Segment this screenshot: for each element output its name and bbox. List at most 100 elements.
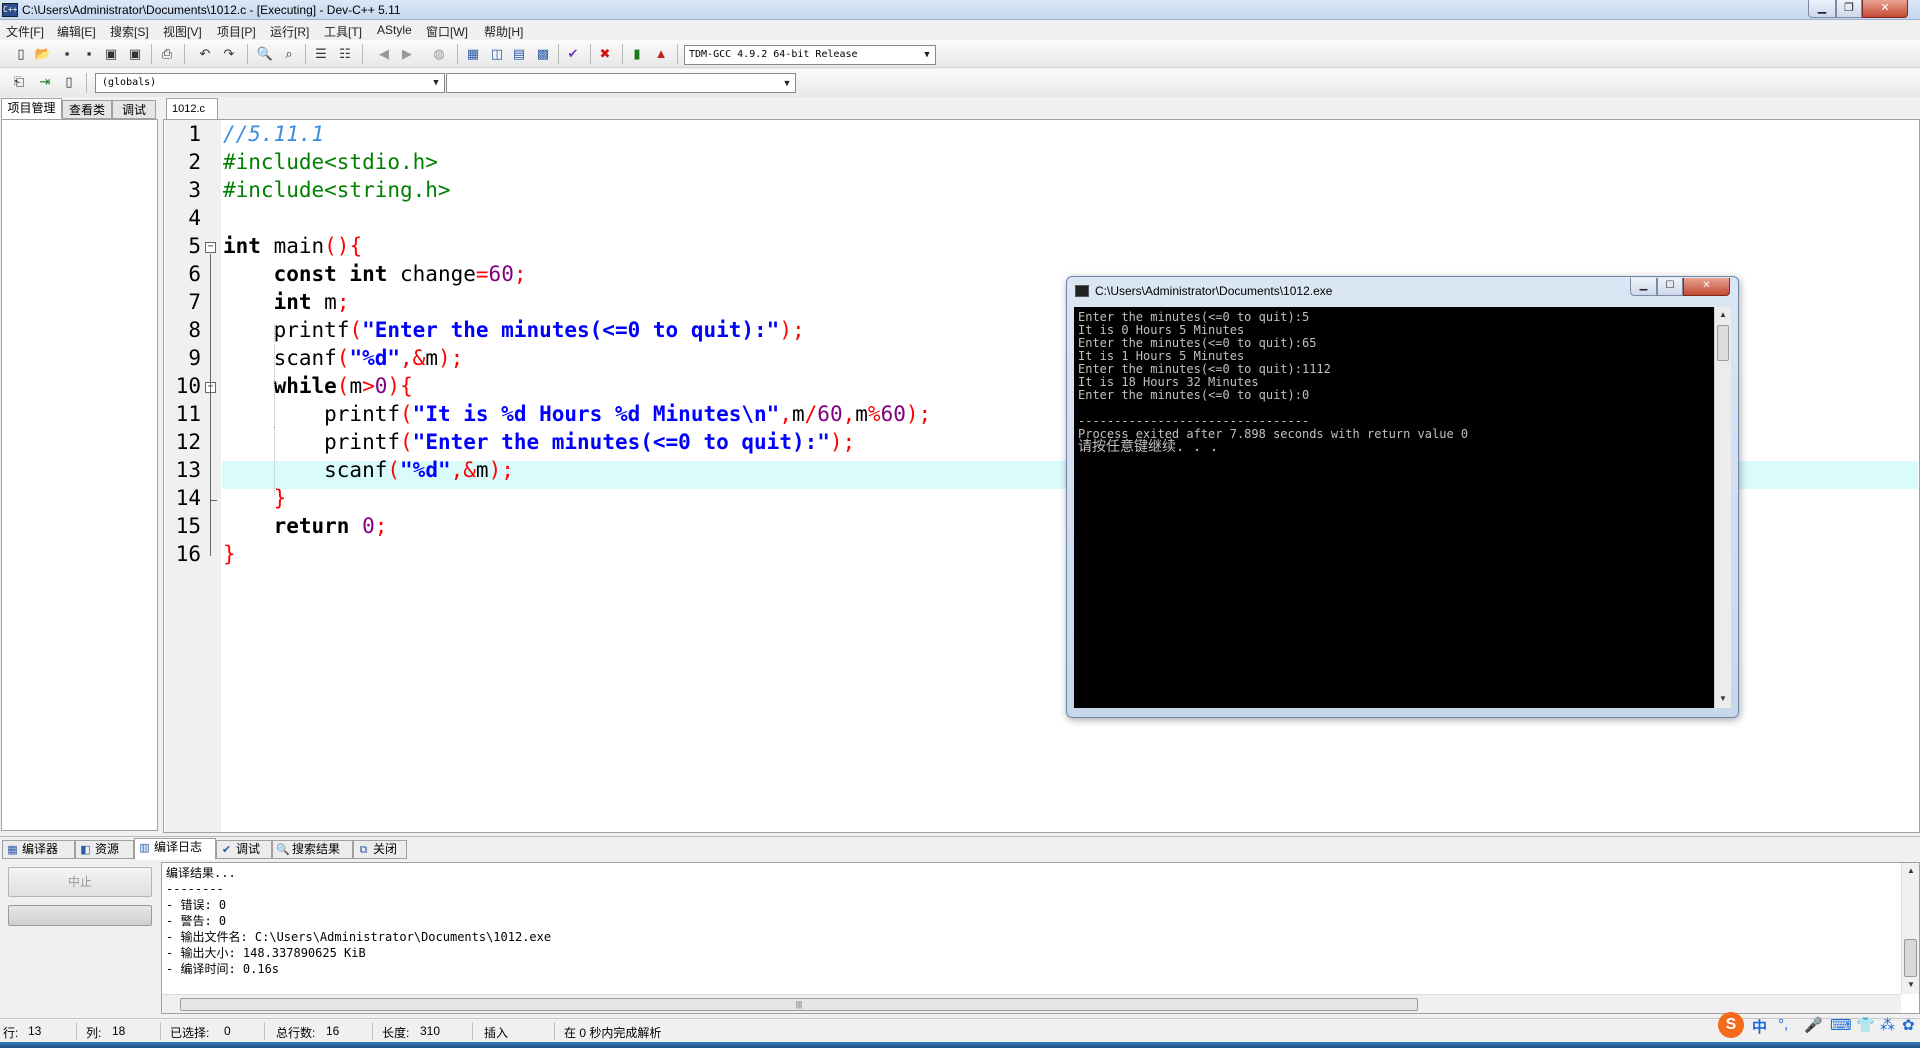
scroll-up-icon[interactable]: ▲	[1715, 307, 1731, 323]
close-button[interactable]: ✕	[1862, 0, 1908, 18]
scroll-down-icon[interactable]: ▼	[1903, 977, 1919, 993]
line-number[interactable]: 3	[165, 178, 201, 202]
line-number[interactable]: 8	[165, 318, 201, 342]
console-scroll-thumb[interactable]	[1717, 325, 1729, 361]
console-minimize-button[interactable]: ▁	[1630, 278, 1657, 296]
undo-icon[interactable]: ↶	[196, 45, 214, 63]
globals-select[interactable]: (globals) ▼	[95, 73, 445, 93]
tab-close[interactable]: ⧉ 关闭	[353, 840, 407, 859]
print-icon[interactable]: ⎙	[158, 45, 176, 63]
scroll-down-icon[interactable]: ▼	[1715, 691, 1731, 707]
code-line[interactable]: printf("Enter the minutes(<=0 to quit):"…	[223, 428, 855, 456]
line-number[interactable]: 11	[165, 402, 201, 426]
menu-view[interactable]: 视图[V]	[163, 23, 202, 40]
code-line[interactable]: int main(){	[223, 232, 362, 260]
forward-icon[interactable]: ▶	[398, 45, 416, 63]
open-file-icon[interactable]: 📂	[34, 45, 52, 63]
toolbox-icon[interactable]: ⁂	[1880, 1016, 1895, 1034]
members-select[interactable]: ▼	[446, 73, 796, 93]
back-icon[interactable]: ◀	[375, 45, 393, 63]
toggle-icon[interactable]: ▯	[60, 73, 78, 91]
restore-button[interactable]: ❐	[1836, 0, 1862, 18]
console-output[interactable]: Enter the minutes(<=0 to quit):5 It is 0 …	[1074, 307, 1714, 708]
line-number[interactable]: 13	[165, 458, 201, 482]
tab-compiler[interactable]: ▦ 编译器	[2, 840, 75, 859]
tab-search-results[interactable]: 🔍 搜索结果	[272, 840, 353, 859]
editor-tab-file[interactable]: 1012.c	[166, 98, 218, 119]
save-all-icon[interactable]: ▪	[80, 45, 98, 63]
run-icon[interactable]: ◫	[488, 45, 506, 63]
tab-project-manager[interactable]: 项目管理	[1, 98, 62, 119]
line-number[interactable]: 1	[165, 122, 201, 146]
line-number[interactable]: 10	[165, 374, 201, 398]
code-line[interactable]: #include<stdio.h>	[223, 148, 438, 176]
close-file-icon[interactable]: ▣	[102, 45, 120, 63]
minimize-button[interactable]: ▁	[1808, 0, 1836, 18]
code-line[interactable]: const int change=60;	[223, 260, 527, 288]
skin-icon[interactable]: 👕	[1856, 1016, 1875, 1034]
fold-toggle-icon[interactable]: −	[205, 242, 216, 253]
unindent-icon[interactable]: ☷	[336, 45, 354, 63]
goto-icon[interactable]: ⇥	[36, 73, 54, 91]
code-line[interactable]: }	[223, 540, 236, 568]
bookmark-icon[interactable]: ◍	[430, 45, 448, 63]
menu-tools[interactable]: 工具[T]	[324, 23, 362, 40]
menu-file[interactable]: 文件[F]	[6, 23, 44, 40]
line-number[interactable]: 15	[165, 514, 201, 538]
log-vertical-scrollbar[interactable]: ▲ ▼	[1901, 863, 1919, 994]
line-number[interactable]: 5	[165, 234, 201, 258]
code-line[interactable]: printf("It is %d Hours %d Minutes\n",m/6…	[223, 400, 931, 428]
tab-debug-output[interactable]: ✔ 调试	[216, 840, 272, 859]
code-line[interactable]: scanf("%d",&m);	[223, 344, 464, 372]
menu-astyle[interactable]: AStyle	[377, 23, 412, 37]
console-maximize-button[interactable]: ☐	[1657, 278, 1683, 296]
line-number[interactable]: 16	[165, 542, 201, 566]
menu-run[interactable]: 运行[R]	[270, 23, 309, 40]
log-horizontal-scrollbar[interactable]: |||	[162, 994, 1901, 1013]
save-icon[interactable]: ▪	[58, 45, 76, 63]
line-number[interactable]: 4	[165, 206, 201, 230]
menu-help[interactable]: 帮助[H]	[484, 23, 523, 40]
code-line[interactable]: #include<string.h>	[223, 176, 451, 204]
console-scrollbar[interactable]: ▲ ▼	[1714, 307, 1731, 708]
microphone-icon[interactable]: 🎤	[1804, 1016, 1823, 1034]
syntax-check-icon[interactable]: ✔	[564, 45, 582, 63]
code-line[interactable]: while(m>0){	[223, 372, 413, 400]
menu-window[interactable]: 窗口[W]	[426, 23, 468, 40]
line-number[interactable]: 12	[165, 430, 201, 454]
log-vertical-thumb[interactable]	[1904, 939, 1917, 977]
tab-compile-log[interactable]: ▥ 编译日志	[134, 838, 216, 860]
line-number[interactable]: 6	[165, 262, 201, 286]
chart-icon[interactable]: ▮	[628, 45, 646, 63]
line-number[interactable]: 7	[165, 290, 201, 314]
find-icon[interactable]: 🔍	[256, 45, 274, 63]
line-number[interactable]: 14	[165, 486, 201, 510]
replace-icon[interactable]: ⌕	[280, 45, 298, 63]
line-number[interactable]: 2	[165, 150, 201, 174]
compile-icon[interactable]: ▦	[464, 45, 482, 63]
project-tree[interactable]	[1, 119, 158, 831]
insert-icon[interactable]: ⎗	[10, 73, 28, 91]
close-all-icon[interactable]: ▣	[126, 45, 144, 63]
tab-debug[interactable]: 调试	[112, 100, 156, 119]
sogou-ime-logo[interactable]: S	[1718, 1012, 1744, 1038]
new-file-icon[interactable]: ▯	[12, 45, 30, 63]
code-line[interactable]: }	[223, 484, 287, 512]
compile-log[interactable]: 编译结果... -------- - 错误: 0 - 警告: 0 - 输出文件名: C:…	[161, 862, 1920, 1014]
profile-icon[interactable]: ▲	[652, 45, 670, 63]
compiler-select[interactable]: TDM-GCC 4.9.2 64-bit Release ▼	[684, 45, 936, 65]
stop-execution-icon[interactable]: ✖	[596, 45, 614, 63]
code-line[interactable]: scanf("%d",&m);	[223, 456, 514, 484]
tab-resources[interactable]: ◧ 资源	[75, 840, 134, 859]
log-horizontal-thumb[interactable]: |||	[180, 998, 1418, 1011]
scroll-up-icon[interactable]: ▲	[1903, 863, 1919, 879]
devcpp-app-icon[interactable]: C++	[2, 3, 18, 17]
code-line[interactable]: printf("Enter the minutes(<=0 to quit):"…	[223, 316, 805, 344]
code-line[interactable]: return 0;	[223, 512, 388, 540]
ime-language[interactable]: 中	[1752, 1016, 1767, 1037]
settings-icon[interactable]: ✿	[1902, 1016, 1915, 1034]
compile-run-icon[interactable]: ▤	[510, 45, 528, 63]
indent-icon[interactable]: ☰	[312, 45, 330, 63]
code-line[interactable]: //5.11.1	[223, 120, 324, 148]
rebuild-icon[interactable]: ▩	[534, 45, 552, 63]
